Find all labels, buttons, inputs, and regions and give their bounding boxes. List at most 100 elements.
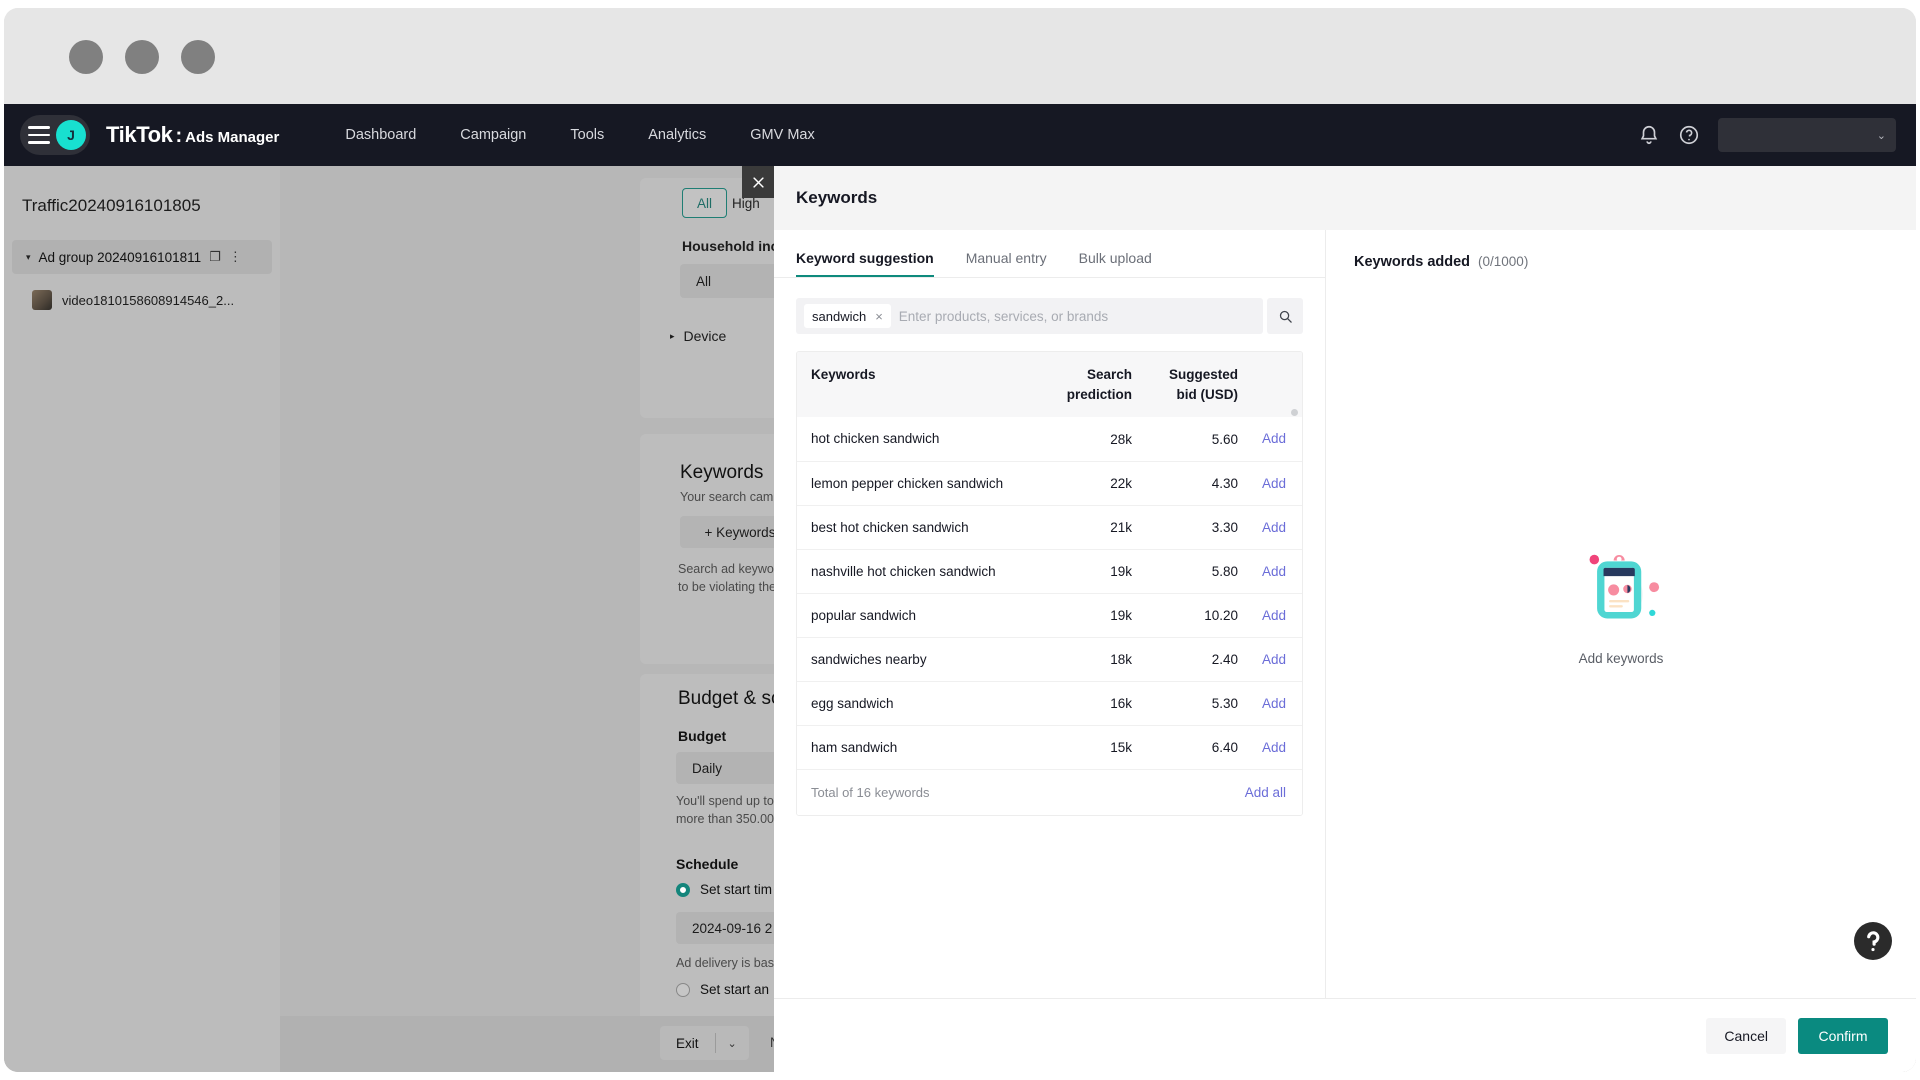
modal-title: Keywords [796, 188, 878, 207]
hamburger-menu-icon[interactable] [26, 122, 52, 148]
table-row[interactable]: ham sandwich 15k 6.40 Add [797, 725, 1302, 769]
keywords-added-count: (0/1000) [1478, 254, 1529, 269]
campaign-title: Traffic20240916101805 [22, 196, 201, 215]
table-row[interactable]: best hot chicken sandwich 21k 3.30 Add [797, 505, 1302, 549]
cell-prediction: 19k [1110, 564, 1132, 580]
keywords-note-line1: Search ad keyword [678, 562, 786, 576]
add-keyword-link[interactable]: Add [1262, 740, 1286, 755]
window-maximize-button[interactable] [181, 40, 215, 74]
delivery-note: Ad delivery is bas [676, 956, 774, 970]
chevron-right-icon: ▸ [670, 330, 675, 341]
add-keyword-link[interactable]: Add [1262, 564, 1286, 579]
tab-manual-entry[interactable]: Manual entry [950, 250, 1063, 277]
table-row[interactable]: lemon pepper chicken sandwich 22k 4.30 A… [797, 461, 1302, 505]
video-label: video1810158608914546_2... [62, 292, 235, 308]
copy-icon[interactable]: ❐ [209, 249, 221, 265]
schedule-option2-label: Set start an [700, 982, 770, 997]
schedule-option1-label: Set start tim [700, 882, 773, 897]
cell-bid: 6.40 [1211, 740, 1238, 756]
add-keyword-link[interactable]: Add [1262, 608, 1286, 623]
nav-menu-pill[interactable]: J [20, 115, 90, 155]
chevron-down-icon[interactable]: ▾ [26, 252, 31, 263]
segment-all[interactable]: All [682, 188, 727, 218]
account-selector[interactable]: ⌄ [1718, 118, 1896, 152]
avatar[interactable]: J [56, 120, 86, 150]
close-icon[interactable]: × [875, 310, 883, 323]
keyword-suggestions-table: Keywords Search prediction Suggested bid… [796, 351, 1303, 817]
nav-link-tools[interactable]: Tools [548, 127, 626, 143]
keyword-chip[interactable]: sandwich × [804, 304, 891, 328]
budget-note-line2: more than 350.00 [676, 812, 774, 826]
window-minimize-button[interactable] [125, 40, 159, 74]
exit-button-group[interactable]: Exit ⌄ [660, 1026, 749, 1060]
help-floating-button[interactable] [1854, 922, 1892, 960]
column-header-keywords: Keywords [811, 367, 876, 382]
cell-keyword: best hot chicken sandwich [811, 519, 969, 535]
search-prediction-line2: prediction [1066, 386, 1132, 402]
brand-name: TikTok [106, 122, 173, 147]
tab-keyword-suggestion[interactable]: Keyword suggestion [796, 250, 950, 277]
nav-right-cluster: ⌄ [1638, 118, 1916, 152]
scrollbar-thumb[interactable] [1291, 409, 1298, 417]
empty-state-label: Add keywords [1578, 650, 1664, 666]
nav-link-analytics[interactable]: Analytics [626, 127, 728, 143]
more-options-icon[interactable]: ⋮ [229, 249, 242, 265]
cell-keyword: hot chicken sandwich [811, 431, 940, 447]
sidebar-item-adgroup[interactable]: ▾ Ad group 20240916101811 ❐ ⋮ [12, 240, 272, 274]
radio-selected-icon [676, 882, 690, 897]
add-keyword-link[interactable]: Add [1262, 520, 1286, 535]
close-x-icon [752, 176, 764, 188]
cell-keyword: popular sandwich [811, 607, 917, 623]
table-row[interactable]: hot chicken sandwich 28k 5.60 Add [797, 417, 1302, 461]
add-keyword-link[interactable]: Add [1262, 431, 1286, 446]
sidebar-item-video[interactable]: video1810158608914546_2... [32, 284, 272, 316]
question-mark-icon [1867, 931, 1880, 952]
keywords-added-panel: Keywords added (0/1000) Add keywords [1326, 230, 1916, 998]
search-input[interactable]: sandwich × Enter products, services, or … [796, 298, 1263, 334]
nav-link-campaign[interactable]: Campaign [438, 127, 548, 143]
add-keyword-link[interactable]: Add [1262, 652, 1286, 667]
add-all-link[interactable]: Add all [1245, 785, 1302, 800]
table-row[interactable]: sandwiches nearby 18k 2.40 Add [797, 637, 1302, 681]
exit-button[interactable]: Exit [660, 1026, 715, 1060]
modal-close-button[interactable] [742, 166, 774, 198]
nav-link-dashboard[interactable]: Dashboard [323, 127, 438, 143]
table-row[interactable]: popular sandwich 19k 10.20 Add [797, 593, 1302, 637]
keywords-section-heading: Keywords [680, 462, 764, 483]
keywords-modal: Keywords Keyword suggestion Manual entry… [774, 166, 1916, 1072]
keyword-suggestion-panel: Keyword suggestion Manual entry Bulk upl… [774, 230, 1326, 998]
add-keyword-link[interactable]: Add [1262, 476, 1286, 491]
cell-keyword: lemon pepper chicken sandwich [811, 475, 1004, 491]
cell-keyword: ham sandwich [811, 739, 898, 755]
cell-prediction: 22k [1110, 476, 1132, 492]
chevron-down-icon[interactable]: ⌄ [716, 1026, 749, 1060]
total-keywords-text: Total of 16 keywords [811, 785, 930, 801]
notification-bell-icon[interactable] [1638, 124, 1660, 146]
confirm-button[interactable]: Confirm [1798, 1017, 1888, 1054]
cell-prediction: 16k [1110, 696, 1132, 712]
cell-keyword: sandwiches nearby [811, 651, 927, 667]
search-placeholder: Enter products, services, or brands [898, 308, 1109, 324]
add-keyword-link[interactable]: Add [1262, 696, 1286, 711]
search-button[interactable] [1267, 298, 1303, 334]
device-section-toggle[interactable]: ▸ Device [670, 328, 726, 344]
cell-bid: 5.30 [1211, 696, 1238, 712]
schedule-radio-start-time[interactable]: Set start tim [676, 882, 772, 897]
nav-link-gmv-max[interactable]: GMV Max [728, 127, 836, 143]
table-row[interactable]: nashville hot chicken sandwich 19k 5.80 … [797, 549, 1302, 593]
search-prediction-line1: Search [1086, 367, 1132, 382]
nav-links: Dashboard Campaign Tools Analytics GMV M… [323, 127, 836, 143]
schedule-radio-start-end[interactable]: Set start an [676, 982, 769, 997]
table-row[interactable]: egg sandwich 16k 5.30 Add [797, 681, 1302, 725]
budget-note-line1: You'll spend up to [676, 794, 774, 808]
modal-body: Keyword suggestion Manual entry Bulk upl… [774, 230, 1916, 998]
modal-tabs: Keyword suggestion Manual entry Bulk upl… [774, 230, 1325, 278]
help-circle-icon[interactable] [1678, 124, 1700, 146]
clipboard-illustration [1589, 554, 1660, 618]
tab-bulk-upload[interactable]: Bulk upload [1063, 250, 1168, 277]
cancel-button[interactable]: Cancel [1706, 1017, 1786, 1054]
campaign-tree-sidebar: Traffic20240916101805 ▾ Ad group 2024091… [4, 166, 280, 1072]
cell-keyword: egg sandwich [811, 695, 894, 711]
window-close-button[interactable] [69, 40, 103, 74]
brand-suite-name: Ads Manager [185, 129, 280, 146]
